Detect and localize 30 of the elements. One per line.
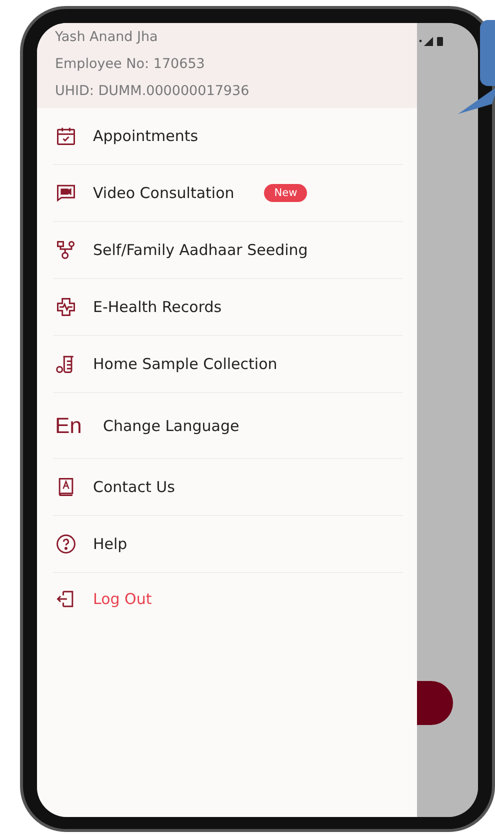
callout-pointer bbox=[458, 86, 495, 116]
menu-label: Help bbox=[93, 535, 128, 553]
uhid: UHID: DUMM.000000017936 bbox=[55, 82, 250, 101]
menu-item[interactable]: Home Sample Collection bbox=[53, 336, 403, 393]
menu-item[interactable]: Help bbox=[53, 516, 403, 573]
menu-item[interactable]: Log Out bbox=[53, 573, 403, 625]
menu-item[interactable]: Contact Us bbox=[53, 459, 403, 516]
menu-label: Self/Family Aadhaar Seeding bbox=[93, 241, 308, 259]
menu-item[interactable]: En Change Language bbox=[53, 393, 403, 459]
floating-button[interactable] bbox=[417, 681, 453, 725]
menu-label: Video Consultation bbox=[93, 184, 234, 202]
menu-item[interactable]: Appointments bbox=[53, 108, 403, 165]
network-icon bbox=[55, 239, 77, 261]
menu-label: Home Sample Collection bbox=[93, 355, 278, 373]
menu-item[interactable]: Video Consultation New bbox=[53, 165, 403, 222]
menu-label: Appointments bbox=[93, 127, 198, 145]
menu-item[interactable]: Self/Family Aadhaar Seeding bbox=[53, 222, 403, 279]
help-icon bbox=[55, 533, 77, 555]
employee-number: Employee No: 170653 bbox=[55, 55, 206, 74]
calendar-icon bbox=[55, 125, 77, 147]
new-badge: New bbox=[264, 184, 308, 202]
language-icon: En bbox=[55, 412, 89, 438]
medical-cross-icon bbox=[55, 296, 77, 318]
video-chat-icon bbox=[55, 182, 77, 204]
menu-label: Contact Us bbox=[93, 478, 175, 496]
menu-label: E-Health Records bbox=[93, 298, 222, 316]
menu-label: Log Out bbox=[93, 590, 152, 608]
menu-label: Change Language bbox=[103, 416, 240, 434]
menu-item[interactable]: E-Health Records bbox=[53, 279, 403, 336]
user-name: Yash Anand Jha bbox=[55, 28, 159, 47]
